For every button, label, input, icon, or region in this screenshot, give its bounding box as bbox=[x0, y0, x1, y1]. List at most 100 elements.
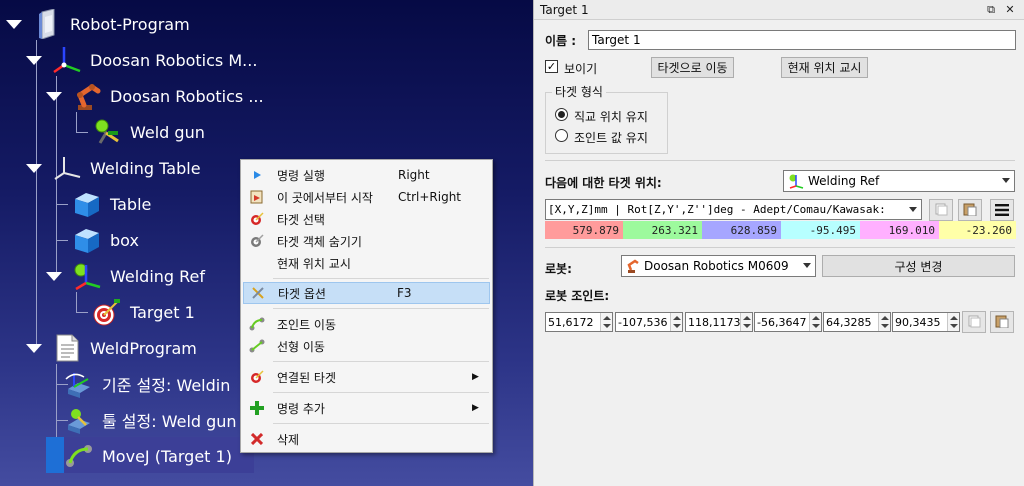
tree-item-box[interactable]: box bbox=[70, 226, 139, 254]
tree-item-welding-table-frame[interactable]: Welding Table bbox=[50, 154, 201, 182]
joint-5-spinbox[interactable]: 64,3285 bbox=[823, 312, 891, 332]
radio-cartesian[interactable] bbox=[555, 108, 568, 121]
joint-4-spinbox[interactable]: -56,3647 bbox=[754, 312, 822, 332]
set-tool-icon bbox=[62, 404, 96, 436]
menu-item-label: 명령 실행 bbox=[277, 168, 325, 183]
pose-value-z[interactable]: 628.859 bbox=[702, 221, 781, 239]
submenu-arrow-icon: ▶ bbox=[472, 372, 479, 382]
joint-2-spinbox[interactable]: -107,536 bbox=[615, 312, 683, 332]
menu-item-linked-target[interactable]: 연결된 타겟 ▶ bbox=[243, 366, 490, 388]
menu-item-start-from-here[interactable]: 이 곳에서부터 시작 Ctrl+Right bbox=[243, 186, 490, 208]
menu-separator bbox=[273, 278, 489, 279]
tree-item-target-1[interactable]: Target 1 bbox=[90, 298, 195, 326]
target-properties-panel: Target 1 ⧉ ✕ 이름 : Target 1 ✓ 보이기 타겟으로 이동… bbox=[533, 0, 1024, 486]
menu-separator bbox=[273, 392, 489, 393]
joint-2-value: -107,536 bbox=[618, 315, 668, 329]
radio-joint[interactable] bbox=[555, 129, 568, 142]
tree-item-label: Robot-Program bbox=[70, 14, 190, 34]
separator bbox=[545, 160, 1015, 161]
tree-item-movej[interactable]: MoveJ (Target 1) bbox=[62, 442, 232, 470]
target-position-label: 다음에 대한 타겟 위치: bbox=[545, 176, 662, 190]
tree-item-table[interactable]: Table bbox=[70, 190, 151, 218]
pose-menu-button[interactable] bbox=[990, 199, 1014, 221]
menu-item-shortcut: Ctrl+Right bbox=[398, 190, 462, 204]
menu-item-target-options[interactable]: 타겟 옵션 F3 bbox=[243, 282, 490, 304]
cube-icon bbox=[70, 188, 104, 220]
spin-arrows-icon[interactable] bbox=[740, 313, 752, 331]
pose-format-combo[interactable]: [X,Y,Z]mm | Rot[Z,Y',Z'']deg - Adept/Com… bbox=[545, 199, 922, 220]
expand-arrow-icon[interactable] bbox=[26, 56, 42, 65]
joint-3-spinbox[interactable]: 118,1173 bbox=[685, 312, 753, 332]
paste-icon bbox=[995, 313, 1009, 332]
copy-joints-button[interactable] bbox=[962, 311, 986, 333]
expand-arrow-icon[interactable] bbox=[26, 164, 42, 173]
separator bbox=[545, 247, 1015, 248]
tree-item-label: 툴 설정: Weld gun bbox=[102, 412, 237, 431]
paste-joints-button[interactable] bbox=[990, 311, 1014, 333]
tree-item-robot[interactable]: Doosan Robotics ... bbox=[70, 82, 264, 110]
menu-separator bbox=[273, 308, 489, 309]
pose-value-rz[interactable]: -95.495 bbox=[781, 221, 860, 239]
tree-item-set-tool[interactable]: 툴 설정: Weld gun bbox=[62, 406, 237, 434]
menu-separator bbox=[273, 361, 489, 362]
spin-arrows-icon[interactable] bbox=[670, 313, 682, 331]
pose-value-ry[interactable]: 169.010 bbox=[860, 221, 939, 239]
menu-item-shortcut: F3 bbox=[397, 286, 412, 300]
close-icon[interactable]: ✕ bbox=[1003, 3, 1017, 17]
visible-checkbox[interactable]: ✓ bbox=[545, 60, 558, 73]
spin-arrows-icon[interactable] bbox=[947, 313, 959, 331]
tree-item-robot-base[interactable]: Doosan Robotics M... bbox=[50, 46, 257, 74]
program-file-icon bbox=[50, 332, 84, 364]
reference-combo[interactable]: Welding Ref bbox=[783, 170, 1015, 192]
menu-item-label: 이 곳에서부터 시작 bbox=[277, 190, 373, 205]
pose-value-rz2[interactable]: -23.260 bbox=[939, 221, 1016, 239]
joint-5-value: 64,3285 bbox=[826, 315, 872, 329]
menu-item-label: 삭제 bbox=[277, 432, 300, 447]
joint-6-spinbox[interactable]: 90,3435 bbox=[892, 312, 960, 332]
spin-arrows-icon[interactable] bbox=[878, 313, 890, 331]
joint-4-value: -56,3647 bbox=[757, 315, 807, 329]
movej-icon bbox=[62, 440, 96, 472]
menu-item-joint-move[interactable]: 조인트 이동 bbox=[243, 313, 490, 335]
menu-item-delete[interactable]: 삭제 bbox=[243, 428, 490, 450]
context-menu: 명령 실행 Right 이 곳에서부터 시작 Ctrl+Right 타겟 선택 … bbox=[240, 159, 493, 453]
float-window-icon[interactable]: ⧉ bbox=[984, 3, 998, 17]
tree-item-weld-program[interactable]: WeldProgram bbox=[50, 334, 197, 362]
joint-1-spinbox[interactable]: 51,6172 bbox=[545, 312, 613, 332]
expand-arrow-icon[interactable] bbox=[6, 20, 22, 29]
tree-item-label: Table bbox=[110, 194, 152, 214]
tree-item-welding-ref[interactable]: Welding Ref bbox=[70, 262, 205, 291]
tree-item-set-reference[interactable]: 기준 설정: Weldin bbox=[62, 370, 230, 398]
tree-item-weld-gun[interactable]: Weld gun bbox=[90, 118, 205, 146]
copy-pose-button[interactable] bbox=[929, 199, 953, 221]
robot-combo-value: Doosan Robotics M0609 bbox=[644, 259, 789, 273]
spin-arrows-icon[interactable] bbox=[600, 313, 612, 331]
change-configuration-button[interactable]: 구성 변경 bbox=[822, 255, 1015, 277]
menu-item-select-target[interactable]: 타겟 선택 bbox=[243, 208, 490, 230]
pose-format-value: [X,Y,Z]mm | Rot[Z,Y',Z'']deg - Adept/Com… bbox=[548, 203, 886, 216]
spin-arrows-icon[interactable] bbox=[809, 313, 821, 331]
expand-arrow-icon[interactable] bbox=[46, 92, 62, 101]
copy-icon bbox=[934, 201, 948, 220]
reference-frame-icon bbox=[788, 173, 804, 189]
menu-item-teach-current-position[interactable]: 현재 위치 교시 bbox=[243, 252, 490, 274]
pose-value-y[interactable]: 263.321 bbox=[623, 221, 702, 239]
menu-item-label: 타겟 객체 숨기기 bbox=[277, 234, 362, 249]
menu-item-add-instruction[interactable]: 명령 추가 ▶ bbox=[243, 397, 490, 419]
menu-item-hide-target[interactable]: 타겟 객체 숨기기 bbox=[243, 230, 490, 252]
paste-pose-button[interactable] bbox=[958, 199, 982, 221]
linear-move-icon bbox=[243, 339, 271, 353]
name-input[interactable]: Target 1 bbox=[588, 30, 1016, 50]
menu-item-run-instruction[interactable]: 명령 실행 Right bbox=[243, 164, 490, 186]
expand-arrow-icon[interactable] bbox=[26, 344, 42, 353]
move-to-target-button[interactable]: 타겟으로 이동 bbox=[651, 57, 734, 78]
robot-combo[interactable]: Doosan Robotics M0609 bbox=[621, 255, 816, 277]
tree-item-robot-program[interactable]: Robot-Program bbox=[30, 9, 190, 39]
tree-item-label: Target 1 bbox=[130, 302, 195, 322]
expand-arrow-icon[interactable] bbox=[46, 272, 62, 281]
pose-value-x[interactable]: 579.879 bbox=[545, 221, 623, 239]
robot-joints-label: 로봇 조인트: bbox=[545, 289, 610, 303]
teach-current-position-button[interactable]: 현재 위치 교시 bbox=[781, 57, 868, 78]
menu-item-linear-move[interactable]: 선형 이동 bbox=[243, 335, 490, 357]
menu-separator bbox=[273, 423, 489, 424]
